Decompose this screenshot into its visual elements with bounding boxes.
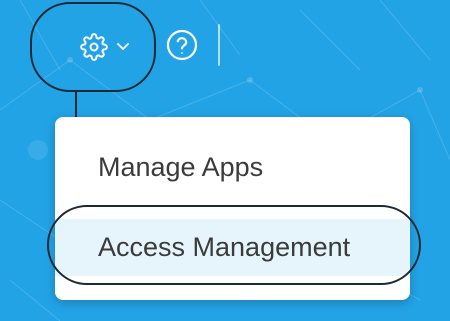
chevron-down-icon bbox=[116, 42, 130, 52]
help-button[interactable] bbox=[163, 26, 201, 64]
toolbar-divider bbox=[218, 24, 220, 66]
top-toolbar bbox=[0, 0, 450, 90]
gear-icon bbox=[80, 33, 108, 61]
settings-menu-button[interactable] bbox=[70, 24, 140, 70]
menu-item-label: Manage Apps bbox=[98, 151, 264, 182]
menu-item-label: Access Management bbox=[98, 232, 351, 262]
menu-item-manage-apps[interactable]: Manage Apps bbox=[55, 139, 410, 195]
question-circle-icon bbox=[166, 29, 198, 61]
menu-item-access-management[interactable]: Access Management bbox=[55, 219, 410, 276]
settings-dropdown-menu: Manage Apps Access Management bbox=[55, 117, 410, 300]
